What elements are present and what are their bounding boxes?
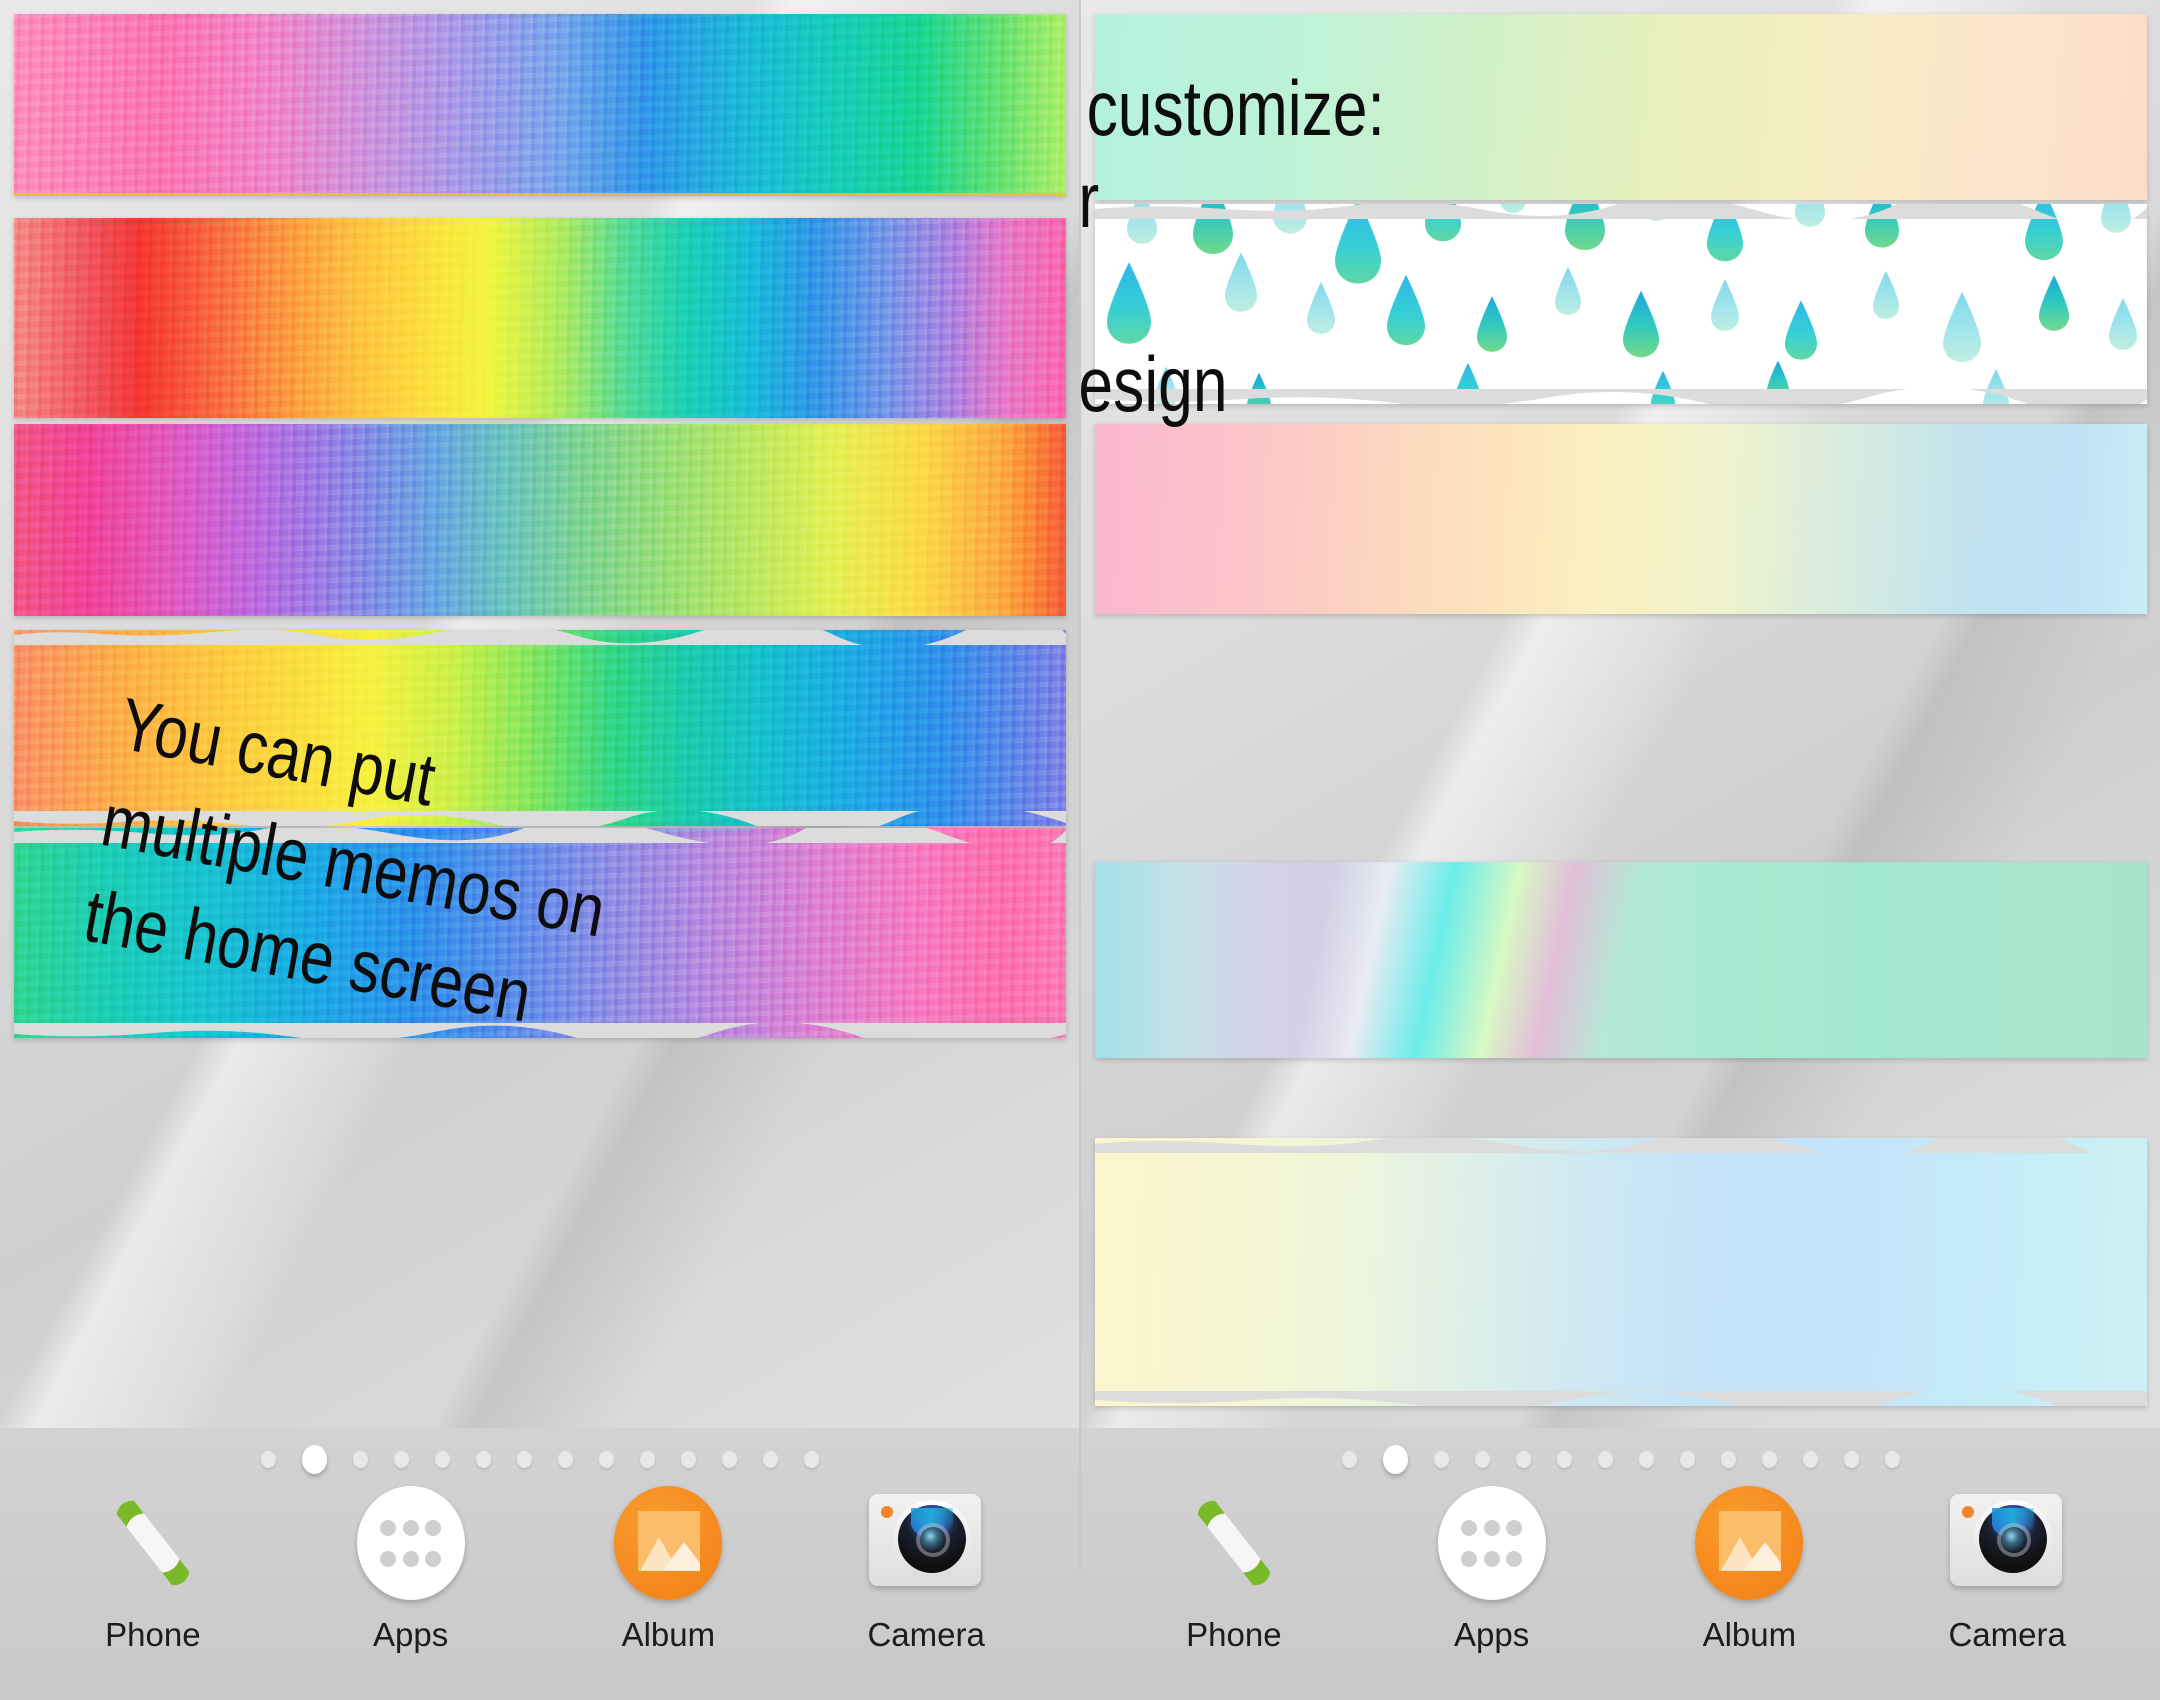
page-dot[interactable] bbox=[434, 1450, 450, 1468]
home-screen-left[interactable]: You can put multiple memos on the home s… bbox=[0, 0, 1079, 1700]
album-photo-icon bbox=[605, 1480, 731, 1606]
dock-item-apps[interactable]: Apps bbox=[311, 1480, 511, 1654]
page-dot[interactable] bbox=[1638, 1450, 1654, 1468]
phone-handset-icon bbox=[90, 1480, 216, 1606]
page-dot-active[interactable] bbox=[1382, 1444, 1408, 1474]
memo-text-customize: You can customize: text color text size … bbox=[1079, 64, 1385, 429]
page-dot[interactable] bbox=[803, 1450, 819, 1468]
page-dot[interactable] bbox=[1884, 1450, 1900, 1468]
camera-icon bbox=[1944, 1480, 2070, 1606]
watercolor-texture bbox=[14, 218, 1066, 418]
dock-item-album[interactable]: Album bbox=[1649, 1480, 1849, 1654]
page-dot[interactable] bbox=[598, 1450, 614, 1468]
page-dot[interactable] bbox=[639, 1450, 655, 1468]
dock-label-apps: Apps bbox=[1454, 1616, 1530, 1653]
dock-label-album: Album bbox=[1702, 1616, 1797, 1653]
page-dot[interactable] bbox=[1433, 1450, 1449, 1468]
torn-edge-bottom bbox=[1095, 1391, 2147, 1406]
dual-screen-container: You can put multiple memos on the home s… bbox=[0, 0, 2160, 1700]
page-dot[interactable] bbox=[721, 1450, 737, 1468]
page-dot[interactable] bbox=[475, 1450, 491, 1468]
dock-item-apps[interactable]: Apps bbox=[1392, 1480, 1592, 1654]
dock-right: Phone Apps Album Camera bbox=[1081, 1428, 2160, 1700]
dock-item-phone[interactable]: Phone bbox=[53, 1480, 253, 1654]
memo-widget-l3[interactable] bbox=[14, 424, 1066, 616]
page-dot[interactable] bbox=[1515, 1450, 1531, 1468]
dock-label-camera: Camera bbox=[867, 1616, 985, 1653]
dock-label-phone: Phone bbox=[105, 1616, 201, 1653]
dock-item-camera[interactable]: Camera bbox=[826, 1480, 1026, 1654]
dock-item-camera[interactable]: Camera bbox=[1907, 1480, 2107, 1654]
memo-bottom-accent-line bbox=[14, 193, 1066, 196]
page-dot[interactable] bbox=[762, 1450, 778, 1468]
memo-widget-r3[interactable] bbox=[1095, 424, 2147, 614]
page-dot[interactable] bbox=[1802, 1450, 1818, 1468]
page-dot[interactable] bbox=[1597, 1450, 1613, 1468]
dock-row-right: Phone Apps Album Camera bbox=[1081, 1480, 2160, 1690]
page-dot[interactable] bbox=[1720, 1450, 1736, 1468]
dock-label-phone: Phone bbox=[1186, 1616, 1282, 1653]
page-dot[interactable] bbox=[1474, 1450, 1490, 1468]
torn-edge-top bbox=[1095, 1138, 2147, 1153]
memo-widget-l2[interactable] bbox=[14, 218, 1066, 418]
memo-widget-r5[interactable] bbox=[1095, 1138, 2147, 1406]
dock-label-camera: Camera bbox=[1948, 1616, 2066, 1653]
camera-icon bbox=[863, 1480, 989, 1606]
page-dot[interactable] bbox=[1556, 1450, 1572, 1468]
page-dot[interactable] bbox=[393, 1450, 409, 1468]
page-dot[interactable] bbox=[680, 1450, 696, 1468]
page-dot[interactable] bbox=[260, 1450, 276, 1468]
home-screen-right[interactable]: You can customize: text color text size … bbox=[1079, 0, 2160, 1700]
page-indicator-left[interactable] bbox=[0, 1444, 1079, 1474]
page-dot[interactable] bbox=[557, 1450, 573, 1468]
phone-handset-icon bbox=[1171, 1480, 1297, 1606]
watercolor-texture bbox=[14, 14, 1066, 196]
watercolor-texture bbox=[14, 424, 1066, 616]
dock-item-phone[interactable]: Phone bbox=[1134, 1480, 1334, 1654]
dock-label-apps: Apps bbox=[373, 1616, 449, 1653]
page-dot[interactable] bbox=[352, 1450, 368, 1468]
torn-edge-top bbox=[14, 630, 1066, 645]
apps-grid-icon bbox=[348, 1480, 474, 1606]
page-dot-active[interactable] bbox=[301, 1444, 327, 1474]
memo-widget-r4[interactable] bbox=[1095, 862, 2147, 1058]
dock-label-album: Album bbox=[621, 1616, 716, 1653]
apps-grid-icon bbox=[1429, 1480, 1555, 1606]
memo-widget-l1[interactable] bbox=[14, 14, 1066, 196]
page-dot[interactable] bbox=[1341, 1450, 1357, 1468]
album-photo-icon bbox=[1686, 1480, 1812, 1606]
dock-item-album[interactable]: Album bbox=[568, 1480, 768, 1654]
page-indicator-right[interactable] bbox=[1081, 1444, 2160, 1474]
page-dot[interactable] bbox=[1761, 1450, 1777, 1468]
dock-left: Phone Apps Album Camera bbox=[0, 1428, 1079, 1700]
page-dot[interactable] bbox=[516, 1450, 532, 1468]
page-dot[interactable] bbox=[1679, 1450, 1695, 1468]
dock-row-left: Phone Apps Album Camera bbox=[0, 1480, 1079, 1690]
page-dot[interactable] bbox=[1843, 1450, 1859, 1468]
